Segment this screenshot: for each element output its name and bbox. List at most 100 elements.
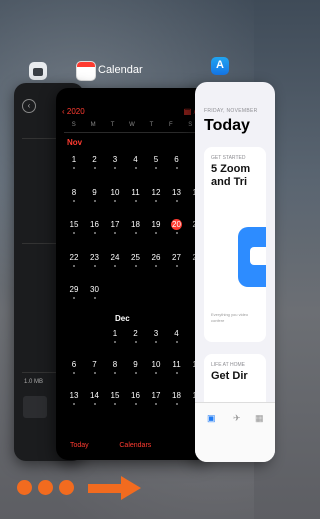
day-cell[interactable]: 18 [167,391,187,400]
weekday-label: T [110,122,115,128]
day-cell[interactable]: 26 [146,253,166,262]
day-cell[interactable]: 15 [105,391,125,400]
day-cell[interactable]: 4 [167,329,187,338]
event-dot [155,264,157,267]
event-dot [155,167,157,169]
day-cell[interactable]: 27 [167,253,187,262]
event-dot [114,199,116,202]
day-cell[interactable]: 24 [105,253,125,262]
day-cell[interactable]: 23 [85,253,105,262]
calendar-app-label: Calendar [98,64,143,76]
tab-games-icon[interactable]: ✈ [233,413,241,424]
event-dot [134,264,137,267]
tab-today-icon[interactable]: ▣ [207,413,216,424]
event-dot [175,232,178,234]
day-cell[interactable]: 13 [64,391,84,400]
event-dot [73,372,75,374]
thumbnail [23,396,47,418]
day-cell[interactable]: 29 [64,285,84,294]
weekday-label: T [149,122,154,128]
hint-dot [59,480,74,495]
day-cell[interactable]: 9 [126,360,146,369]
appstore-app-icon[interactable]: A [211,57,229,75]
day-cell[interactable]: 16 [85,220,105,229]
event-dot [134,372,137,374]
day-cell[interactable]: 1 [105,329,125,338]
event-dot [93,232,96,234]
event-dot [114,341,116,343]
event-dot [175,403,178,405]
event-dot [73,232,75,234]
day-cell[interactable]: 6 [64,360,84,369]
today-tab[interactable]: Today [70,442,89,449]
event-dot [93,372,96,374]
weekday-label: W [129,122,135,128]
day-cell[interactable]: 2 [85,155,105,164]
day-cell[interactable]: 25 [126,253,146,262]
event-dot [134,232,137,234]
event-dot [114,232,116,234]
event-dot [175,199,178,202]
tile-caption: Everything you video confere [211,312,249,323]
event-dot [73,403,75,405]
weekday-label: S [71,122,76,128]
event-dot [114,403,116,405]
day-cell[interactable]: 19 [146,220,166,229]
day-cell[interactable]: 11 [167,360,187,369]
event-dot [73,199,75,202]
day-cell[interactable]: 16 [126,391,146,400]
day-cell[interactable]: 3 [105,155,125,164]
month-label-dec: Dec [115,314,130,323]
event-dot [155,232,157,234]
day-cell[interactable]: 1 [64,155,84,164]
day-cell[interactable]: 13 [167,188,187,197]
event-dot [155,372,157,374]
day-cell[interactable]: 2 [126,329,146,338]
day-cell[interactable]: 10 [105,188,125,197]
event-dot [73,167,75,169]
event-dot [93,403,96,405]
event-dot [134,403,137,405]
calendars-tab[interactable]: Calendars [119,442,151,449]
event-dot [155,199,157,202]
hint-dot [38,480,53,495]
day-cell[interactable]: 5 [146,155,166,164]
tile-eyebrow: LIFE AT HOME [211,362,245,368]
calendar-app-icon[interactable] [76,61,96,81]
day-cell[interactable]: 15 [64,220,84,229]
day-cell[interactable]: 8 [64,188,84,197]
day-cell[interactable]: 30 [85,285,105,294]
calendar-app-card[interactable]: ‹ 2020 ▤ ⌕ SMTWTFS Nov 12345678910111213… [56,88,208,460]
card-small-label: 1.0 MB [24,379,44,385]
event-dot [73,264,75,267]
day-cell[interactable]: 11 [126,188,146,197]
app-icon-left[interactable] [29,62,47,80]
back-icon: ‹ [22,99,36,113]
day-cell[interactable]: 7 [85,360,105,369]
day-cell[interactable]: 18 [126,220,146,229]
day-cell[interactable]: 20 [167,220,187,229]
day-cell[interactable]: 22 [64,253,84,262]
day-cell[interactable]: 8 [105,360,125,369]
tile-headline: 5 Zoom and Tri [211,163,251,188]
tab-apps-icon[interactable]: ▦ [255,413,264,424]
swipe-arrow-head-icon [121,476,141,500]
event-dot [175,264,178,267]
story-tile-zoom[interactable]: GET STARTED 5 Zoom and Tri Everything yo… [204,147,266,342]
weekday-header: SMTWTFS [64,122,200,128]
day-cell[interactable]: 4 [126,155,146,164]
day-cell[interactable]: 3 [146,329,166,338]
day-cell[interactable]: 6 [167,155,187,164]
event-dot [93,297,96,299]
event-dot [114,264,116,267]
appstore-app-card[interactable]: FRIDAY, NOVEMBER Today GET STARTED 5 Zoo… [195,82,275,462]
day-cell[interactable]: 12 [146,188,166,197]
year-back-link[interactable]: ‹ 2020 [62,107,85,116]
day-cell[interactable]: 17 [105,220,125,229]
day-cell[interactable]: 10 [146,360,166,369]
day-cell[interactable]: 14 [85,391,105,400]
event-dot [134,167,137,169]
event-dot [93,199,96,202]
day-cell[interactable]: 9 [85,188,105,197]
day-cell[interactable]: 17 [146,391,166,400]
